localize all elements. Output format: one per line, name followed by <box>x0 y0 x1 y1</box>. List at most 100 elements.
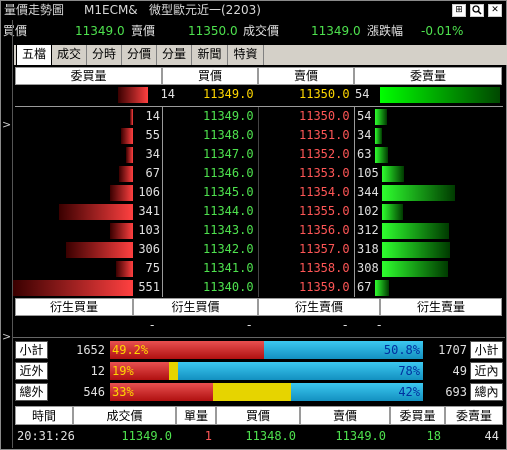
trade-header-cell: 單量 <box>176 406 216 425</box>
stats-row: 總外 546 33% 42% 693 總內 <box>15 383 503 402</box>
pin-icon[interactable]: ⊞ <box>452 4 466 17</box>
bid-price: 11345.0 <box>203 185 254 199</box>
left-divider <box>12 20 13 448</box>
tab-price-dist[interactable]: 分價 <box>122 45 157 65</box>
header-bid: 買價 <box>162 67 258 85</box>
ratio-pct-inner: 78% <box>398 364 420 378</box>
bid-price: 11342.0 <box>203 242 254 256</box>
trade-cell: 44 <box>484 429 499 443</box>
bid-price: 11344.0 <box>203 204 254 218</box>
bid-qty: 106 <box>138 185 160 199</box>
bid-qty: 14 <box>145 109 160 123</box>
bid-qty: 55 <box>145 128 160 142</box>
ask-volume-bar <box>382 261 448 277</box>
bid-price: 11346.0 <box>203 166 254 180</box>
trade-cell: 1 <box>204 429 212 443</box>
stats-right-value: 1707 <box>438 343 467 357</box>
ask-volume-bar <box>382 166 404 182</box>
bid-price: 11343.0 <box>203 223 254 237</box>
header-bid-qty: 委買量 <box>15 67 162 85</box>
bid-qty: 34 <box>145 147 160 161</box>
ratio-pct-outer: 49.2% <box>112 343 149 357</box>
ask-volume-bar <box>375 109 387 125</box>
trade-cell: 11349.0 <box>121 429 172 443</box>
best-bid-qty: 14 <box>160 87 175 101</box>
bid-price: 11349.0 <box>75 24 125 38</box>
stats-row: 小計 1652 49.2% 50.8% 1707 小計 <box>15 341 503 360</box>
trade-cell: 11349.0 <box>335 429 386 443</box>
search-icon[interactable] <box>470 4 484 17</box>
change-label: 漲跌幅 <box>367 24 404 38</box>
bid-volume-bar <box>121 128 133 144</box>
derived-value-1: - <box>247 318 252 332</box>
book-row: 14 11349.0 11350.0 54 <box>15 107 503 126</box>
ask-volume-bar <box>382 242 450 258</box>
ask-label: 賣價 <box>131 24 156 38</box>
best-ask-bar <box>380 87 500 103</box>
stats-left-value: 1652 <box>76 343 105 357</box>
bid-volume-bar <box>116 261 133 277</box>
trade-row: 20:31:26 11349.0 1 11348.0 11349.0 18 44 <box>15 427 503 446</box>
tab-special-info[interactable]: 特資 <box>228 45 264 65</box>
tab-trades[interactable]: 成交 <box>52 45 87 65</box>
bid-qty: 341 <box>138 204 160 218</box>
ask-qty: 34 <box>357 128 372 142</box>
expand-arrow-icon[interactable]: > <box>2 118 11 131</box>
ask-volume-bar <box>382 223 449 239</box>
symbol-name: 微型歐元近一(2203) <box>149 3 261 17</box>
trade-header-row: 時間 成交價 單量 買價 賣價 委買量 委賣量 <box>15 406 503 425</box>
ratio-bar: 49.2% 50.8% <box>110 341 423 359</box>
trade-header-cell: 買價 <box>216 406 300 425</box>
bid-volume-bar <box>119 166 133 182</box>
derived-value-0: - <box>150 318 155 332</box>
trade-cell: 20:31:26 <box>17 429 75 443</box>
book-row: 551 11340.0 11359.0 67 <box>13 278 503 297</box>
derived-header-1: 衍生買價 <box>133 298 258 316</box>
close-icon[interactable]: ✕ <box>488 4 502 17</box>
trade-header-cell: 賣價 <box>300 406 390 425</box>
stats-right-label: 總內 <box>470 383 503 401</box>
divider <box>258 107 259 297</box>
stats-left-label: 近外 <box>15 362 48 380</box>
derived-header-0: 衍生買量 <box>15 298 133 316</box>
app-title: 量價走勢圖 <box>4 3 65 17</box>
bid-volume-bar <box>13 280 133 296</box>
divider <box>354 107 355 297</box>
stats-left-label: 小計 <box>15 341 48 359</box>
symbol-code: M1ECM& <box>84 3 138 17</box>
order-book: 14 11349.0 11350.0 54 55 11348.0 11351.0 34 34 11… <box>13 107 503 297</box>
bid-price: 11341.0 <box>203 261 254 275</box>
book-row: 106 11345.0 11354.0 344 <box>15 183 503 202</box>
expand-arrow-icon-2[interactable]: > <box>2 330 11 343</box>
book-row: 103 11343.0 11356.0 312 <box>15 221 503 240</box>
tab-bar: 五檔 成交 分時 分價 分量 新聞 特資 <box>14 44 507 65</box>
ratio-bar: 33% 42% <box>110 383 423 401</box>
trade-cell: 11348.0 <box>245 429 296 443</box>
trade-label: 成交價 <box>243 24 280 38</box>
ratio-pct-outer: 19% <box>112 364 134 378</box>
ratio-bar-neutral <box>169 362 178 380</box>
trade-cell: 18 <box>426 429 441 443</box>
trade-header-cell: 委賣量 <box>445 406 503 425</box>
ask-volume-bar <box>382 204 403 220</box>
derived-value-2: - <box>343 318 348 332</box>
best-quote-row: 14 11349.0 11350.0 54 <box>15 85 503 105</box>
stats-right-value: 49 <box>452 364 467 378</box>
ask-price: 11350.0 <box>188 24 238 38</box>
derived-value-3: - <box>377 318 382 332</box>
trade-header-cell: 委買量 <box>390 406 445 425</box>
best-bid-price: 11349.0 <box>203 87 254 101</box>
trade-header-cell: 成交價 <box>73 406 176 425</box>
tab-minute[interactable]: 分時 <box>87 45 122 65</box>
tab-news[interactable]: 新聞 <box>192 45 228 65</box>
stats-right-value: 693 <box>445 385 467 399</box>
book-row: 341 11344.0 11355.0 102 <box>15 202 503 221</box>
derived-header-2: 衍生賣價 <box>258 298 380 316</box>
divider <box>162 107 163 297</box>
bid-qty: 306 <box>138 242 160 256</box>
tab-volume-dist[interactable]: 分量 <box>157 45 192 65</box>
ask-volume-bar <box>375 128 382 144</box>
bid-price: 11348.0 <box>203 128 254 142</box>
tab-five-levels[interactable]: 五檔 <box>16 44 52 65</box>
bid-price: 11340.0 <box>203 280 254 294</box>
